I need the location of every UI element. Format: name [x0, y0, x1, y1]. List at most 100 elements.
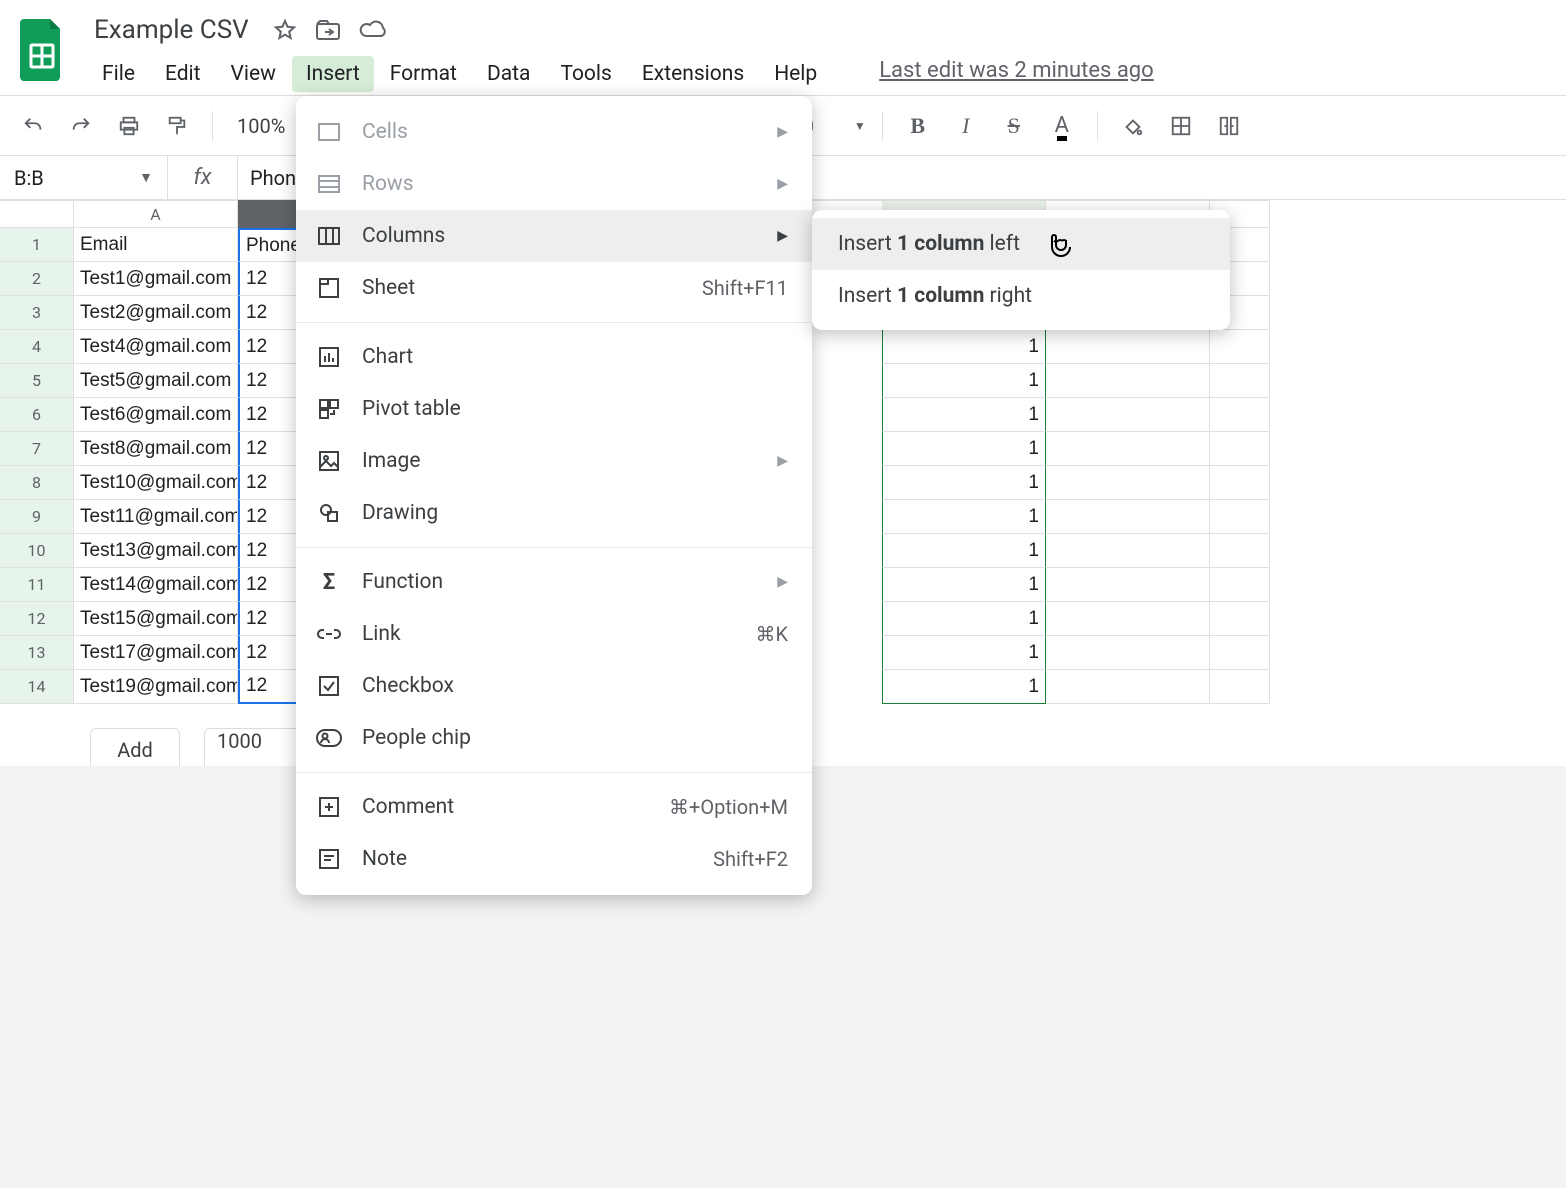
cell[interactable]: 1: [882, 636, 1046, 670]
cell[interactable]: [1210, 364, 1270, 398]
row-header[interactable]: 13: [0, 636, 74, 670]
redo-button[interactable]: [62, 107, 100, 145]
insert-people-chip[interactable]: People chip: [296, 712, 812, 764]
cell[interactable]: 1: [882, 500, 1046, 534]
menu-data[interactable]: Data: [473, 56, 545, 92]
menu-tools[interactable]: Tools: [546, 56, 625, 92]
italic-button[interactable]: I: [947, 107, 985, 145]
cell-selected-col[interactable]: 12: [238, 296, 298, 330]
last-edit-link[interactable]: Last edit was 2 minutes ago: [879, 58, 1154, 95]
select-all-corner[interactable]: [0, 200, 74, 228]
cell[interactable]: [1046, 670, 1210, 704]
cell-selected-col[interactable]: 12: [238, 602, 298, 636]
cell-selected-col[interactable]: 12: [238, 330, 298, 364]
cell[interactable]: Test15@gmail.com: [74, 602, 238, 636]
menu-format[interactable]: Format: [376, 56, 471, 92]
menu-view[interactable]: View: [217, 56, 290, 92]
insert-chart[interactable]: Chart: [296, 331, 812, 383]
row-header[interactable]: 10: [0, 534, 74, 568]
row-header[interactable]: 7: [0, 432, 74, 466]
cell[interactable]: Test13@gmail.com: [74, 534, 238, 568]
cell[interactable]: 1: [882, 602, 1046, 636]
cell[interactable]: 1: [882, 670, 1046, 704]
insert-columns[interactable]: Columns ▶: [296, 210, 812, 262]
text-color-button[interactable]: A: [1043, 107, 1081, 145]
cell[interactable]: [1210, 636, 1270, 670]
menu-edit[interactable]: Edit: [151, 56, 215, 92]
row-header[interactable]: 9: [0, 500, 74, 534]
sheets-logo[interactable]: [16, 14, 68, 84]
move-icon[interactable]: [315, 16, 343, 44]
row-header[interactable]: 3: [0, 296, 74, 330]
row-header[interactable]: 5: [0, 364, 74, 398]
cell[interactable]: [1046, 432, 1210, 466]
cell-selected-col[interactable]: 12: [238, 398, 298, 432]
cell-selected-col[interactable]: Phone: [238, 228, 298, 262]
doc-title[interactable]: Example CSV: [88, 13, 255, 47]
cell[interactable]: Test1@gmail.com: [74, 262, 238, 296]
cell[interactable]: [1046, 330, 1210, 364]
cell[interactable]: [1210, 500, 1270, 534]
cell-selected-col[interactable]: 12: [238, 500, 298, 534]
borders-button[interactable]: [1162, 107, 1200, 145]
cell[interactable]: [1046, 636, 1210, 670]
menu-extensions[interactable]: Extensions: [628, 56, 758, 92]
menu-help[interactable]: Help: [760, 56, 831, 92]
cell[interactable]: 1: [882, 398, 1046, 432]
insert-column-left[interactable]: Insert 1 column left: [812, 218, 1230, 270]
column-header-b-selected[interactable]: [238, 200, 298, 228]
zoom-select[interactable]: 100%: [229, 114, 293, 138]
merge-cells-button[interactable]: [1210, 107, 1248, 145]
cell-selected-col[interactable]: 12: [238, 466, 298, 500]
cell[interactable]: [1210, 330, 1270, 364]
cell[interactable]: Test5@gmail.com: [74, 364, 238, 398]
row-header[interactable]: 2: [0, 262, 74, 296]
insert-comment[interactable]: Comment ⌘+Option+M: [296, 781, 812, 833]
strikethrough-button[interactable]: S: [995, 107, 1033, 145]
cell[interactable]: Test14@gmail.com: [74, 568, 238, 602]
cell-selected-col[interactable]: 12: [238, 432, 298, 466]
row-header[interactable]: 11: [0, 568, 74, 602]
cell[interactable]: Test10@gmail.com: [74, 466, 238, 500]
insert-pivot-table[interactable]: Pivot table: [296, 383, 812, 435]
cell-selected-col[interactable]: 12: [238, 568, 298, 602]
cell[interactable]: [1046, 398, 1210, 432]
menu-insert[interactable]: Insert: [292, 56, 374, 92]
cell[interactable]: Test19@gmail.com: [74, 670, 238, 704]
insert-rows[interactable]: Rows ▶: [296, 158, 812, 210]
undo-button[interactable]: [14, 107, 52, 145]
column-header-a[interactable]: A: [74, 200, 238, 228]
insert-image[interactable]: Image ▶: [296, 435, 812, 487]
insert-sheet[interactable]: Sheet Shift+F11: [296, 262, 812, 314]
cell-selected-col[interactable]: 12: [238, 670, 298, 704]
row-header[interactable]: 12: [0, 602, 74, 636]
cell[interactable]: 1: [882, 534, 1046, 568]
cell[interactable]: 1: [882, 432, 1046, 466]
cell[interactable]: [1046, 602, 1210, 636]
row-header[interactable]: 8: [0, 466, 74, 500]
insert-link[interactable]: Link ⌘K: [296, 608, 812, 660]
insert-note[interactable]: Note Shift+F2: [296, 833, 812, 885]
cell[interactable]: Test4@gmail.com: [74, 330, 238, 364]
cloud-status-icon[interactable]: [359, 16, 387, 44]
bold-button[interactable]: B: [899, 107, 937, 145]
insert-checkbox[interactable]: Checkbox: [296, 660, 812, 712]
cell[interactable]: [1046, 568, 1210, 602]
cell[interactable]: [1210, 602, 1270, 636]
cell-selected-col[interactable]: 12: [238, 534, 298, 568]
cell[interactable]: Test11@gmail.com: [74, 500, 238, 534]
cell[interactable]: [1210, 466, 1270, 500]
print-button[interactable]: [110, 107, 148, 145]
cell[interactable]: 1: [882, 568, 1046, 602]
paint-format-button[interactable]: [158, 107, 196, 145]
row-header[interactable]: 14: [0, 670, 74, 704]
cell[interactable]: Test6@gmail.com: [74, 398, 238, 432]
cell[interactable]: [1210, 670, 1270, 704]
cell[interactable]: [1210, 398, 1270, 432]
cell-selected-col[interactable]: 12: [238, 262, 298, 296]
name-box[interactable]: B:B ▼: [0, 156, 168, 199]
cell[interactable]: Test8@gmail.com: [74, 432, 238, 466]
cell[interactable]: [1046, 534, 1210, 568]
cell[interactable]: 1: [882, 330, 1046, 364]
star-icon[interactable]: [271, 16, 299, 44]
